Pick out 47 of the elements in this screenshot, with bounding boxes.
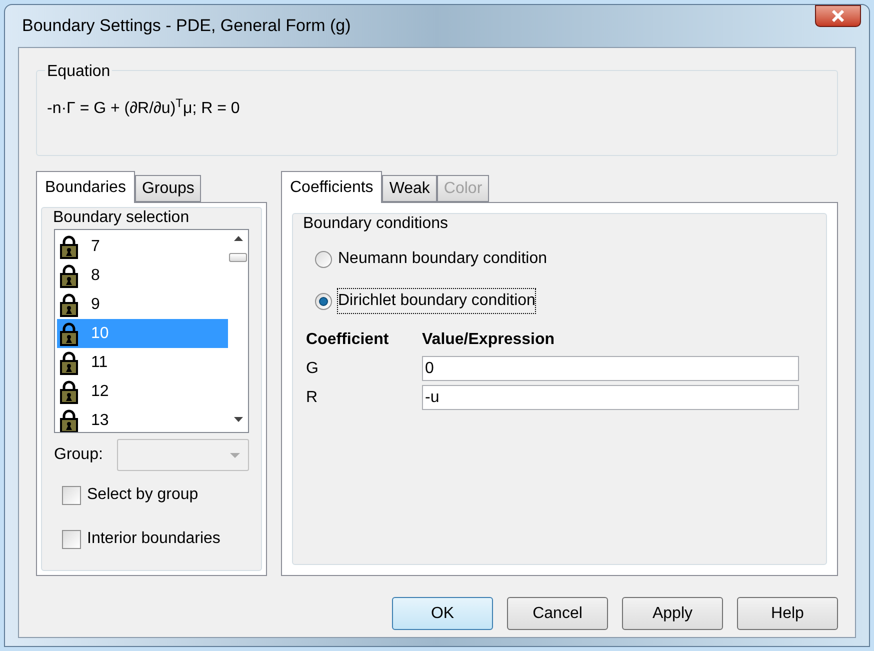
radio-button[interactable] xyxy=(315,292,332,310)
radio-label: Dirichlet boundary condition xyxy=(338,289,536,313)
up-arrow-icon xyxy=(234,236,242,241)
checkbox[interactable] xyxy=(62,530,81,548)
value-field[interactable]: -u xyxy=(422,385,799,410)
coefficient-name: G xyxy=(306,358,320,378)
padlock-icon xyxy=(60,350,78,374)
list-item[interactable]: 8 xyxy=(57,261,228,290)
group-label: Group: xyxy=(54,445,103,465)
dialog-button[interactable]: Apply xyxy=(622,597,723,630)
list-item[interactable]: 9 xyxy=(57,290,228,319)
list-item[interactable]: 7 xyxy=(57,232,228,261)
tab[interactable]: Groups xyxy=(134,175,202,202)
list-item[interactable]: 13 xyxy=(57,406,228,432)
padlock-icon xyxy=(60,380,78,404)
tab[interactable]: Boundaries xyxy=(36,171,135,203)
coefficient-name: R xyxy=(306,388,319,408)
padlock-icon xyxy=(60,264,78,288)
equation-text: -n·Γ = G + (∂R/∂u)$^{T}$μ; R = 0 xyxy=(47,100,240,117)
checkbox-label: Interior boundaries xyxy=(87,529,220,549)
window-title: Boundary Settings - PDE, General Form (g) xyxy=(22,15,351,38)
group-label: Boundary conditions xyxy=(302,214,449,234)
padlock-icon xyxy=(60,292,78,316)
list-item[interactable]: 11 xyxy=(57,348,228,377)
dialog-button[interactable]: OK xyxy=(392,597,493,630)
radio-button[interactable] xyxy=(315,250,332,268)
padlock-icon xyxy=(60,234,78,258)
checkbox[interactable] xyxy=(62,486,81,504)
dialog-button[interactable]: Help xyxy=(737,597,838,630)
padlock-icon xyxy=(60,322,78,346)
radio-label: Neumann boundary condition xyxy=(338,249,548,269)
down-arrow-icon xyxy=(234,417,242,422)
column-header: Coefficient xyxy=(306,330,390,350)
checkbox-label: Select by group xyxy=(87,485,198,505)
value-field[interactable]: 0 xyxy=(422,356,799,381)
group-label: Boundary selection xyxy=(52,208,190,228)
padlock-icon xyxy=(60,408,78,432)
close-icon xyxy=(831,10,845,22)
group-dropdown[interactable] xyxy=(117,439,249,471)
list-item[interactable]: 12 xyxy=(57,377,228,406)
tab[interactable]: Coefficients xyxy=(281,171,382,203)
column-header: Value/Expression xyxy=(422,330,556,350)
close-button[interactable] xyxy=(815,5,861,27)
dropdown-arrow-icon xyxy=(230,452,240,458)
dialog-button[interactable]: Cancel xyxy=(507,597,608,630)
scroll-thumb[interactable] xyxy=(229,253,247,262)
tab[interactable]: Weak xyxy=(382,175,437,202)
